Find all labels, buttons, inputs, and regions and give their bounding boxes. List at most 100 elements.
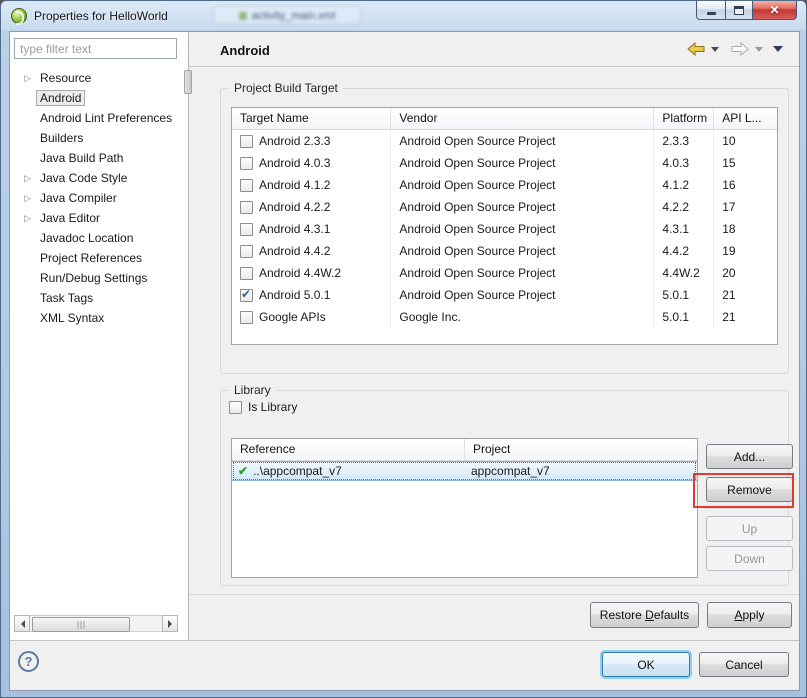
apply-button[interactable]: Apply: [707, 602, 792, 628]
project-build-target-label: Project Build Target: [229, 81, 343, 95]
sidebar-item-builders[interactable]: Builders: [10, 128, 187, 148]
library-label: Library: [229, 383, 276, 397]
sidebar-tree: ▷ Resource AndroidAndroid Lint Preferences…: [10, 68, 187, 328]
titlebar[interactable]: Properties for HelloWorld activity_main.…: [1, 1, 806, 31]
target-checkbox[interactable]: [240, 245, 253, 258]
is-library-label: Is Library: [248, 400, 297, 414]
target-row-google-apis[interactable]: Google APIsGoogle Inc.5.0.121: [232, 306, 777, 328]
platform-cell: 4.4.2: [654, 240, 714, 262]
ok-button[interactable]: OK: [602, 652, 690, 677]
platform-cell: 5.0.1: [654, 284, 714, 306]
target-row-android-4-1-2[interactable]: Android 4.1.2Android Open Source Project…: [232, 174, 777, 196]
sidebar-item-java-code-style[interactable]: ▷ Java Code Style: [10, 168, 187, 188]
library-reference-table: Reference Project ✔..\appcompat_v7appcom…: [231, 438, 698, 578]
scroll-left-button[interactable]: [14, 615, 30, 632]
api-level-cell: 17: [714, 196, 777, 218]
page-title: Android: [220, 43, 270, 58]
target-name: Google APIs: [259, 310, 326, 324]
target-checkbox[interactable]: [240, 179, 253, 192]
sidebar-item-label: Java Code Style: [40, 171, 127, 185]
target-row-android-2-3-3[interactable]: Android 2.3.3Android Open Source Project…: [232, 130, 777, 152]
forward-arrow-icon[interactable]: [731, 42, 749, 56]
target-name: Android 4.1.2: [259, 178, 330, 192]
target-checkbox[interactable]: [240, 311, 253, 324]
restore-defaults-button[interactable]: Restore Defaults: [590, 602, 699, 628]
sidebar-item-run-debug-settings[interactable]: Run/Debug Settings: [10, 268, 187, 288]
sidebar-item-android[interactable]: Android: [10, 88, 187, 108]
close-button[interactable]: ✕: [752, 1, 797, 20]
sidebar-item-project-references[interactable]: Project References: [10, 248, 187, 268]
target-row-android-4-3-1[interactable]: Android 4.3.1Android Open Source Project…: [232, 218, 777, 240]
up-button[interactable]: Up: [706, 516, 793, 541]
minimize-button[interactable]: [696, 1, 726, 20]
expand-arrow-icon[interactable]: ▷: [24, 208, 31, 228]
api-level-cell: 16: [714, 174, 777, 196]
back-arrow-icon[interactable]: [687, 42, 705, 56]
sidebar-item-label: Java Build Path: [40, 151, 123, 165]
cancel-button[interactable]: Cancel: [699, 652, 789, 677]
target-checkbox[interactable]: [240, 267, 253, 280]
sidebar-item-xml-syntax[interactable]: XML Syntax: [10, 308, 187, 328]
window-title: Properties for HelloWorld: [34, 9, 168, 23]
target-row-android-4-4w-2[interactable]: Android 4.4W.2Android Open Source Projec…: [232, 262, 777, 284]
api-level-cell: 10: [714, 130, 777, 152]
target-row-android-5-0-1[interactable]: Android 5.0.1Android Open Source Project…: [232, 284, 777, 306]
target-row-android-4-2-2[interactable]: Android 4.2.2Android Open Source Project…: [232, 196, 777, 218]
sidebar-item-java-build-path[interactable]: Java Build Path: [10, 148, 187, 168]
help-button[interactable]: ?: [18, 651, 39, 672]
forward-history-dropdown-icon[interactable]: [755, 47, 763, 56]
target-name: Android 4.2.2: [259, 200, 330, 214]
column-header-reference[interactable]: Reference: [232, 439, 465, 460]
is-library-checkbox[interactable]: [229, 401, 242, 414]
add-button[interactable]: Add...: [706, 444, 793, 469]
expand-arrow-icon[interactable]: ▷: [24, 168, 31, 188]
library-row-appcompat-v7[interactable]: ✔..\appcompat_v7appcompat_v7: [232, 461, 697, 481]
target-checkbox[interactable]: [240, 201, 253, 214]
target-row-android-4-4-2[interactable]: Android 4.4.2Android Open Source Project…: [232, 240, 777, 262]
expand-arrow-icon[interactable]: ▷: [24, 188, 31, 208]
sidebar-item-label: XML Syntax: [40, 311, 104, 325]
api-level-cell: 21: [714, 306, 777, 328]
target-name-cell: Android 4.2.2: [232, 196, 391, 218]
target-row-android-4-0-3[interactable]: Android 4.0.3Android Open Source Project…: [232, 152, 777, 174]
target-checkbox[interactable]: [240, 135, 253, 148]
remove-button[interactable]: Remove: [706, 477, 793, 502]
sidebar-horizontal-scrollbar[interactable]: [14, 615, 178, 632]
api-level-cell: 19: [714, 240, 777, 262]
platform-cell: 5.0.1: [654, 306, 714, 328]
api-level-cell: 20: [714, 262, 777, 284]
sidebar-item-task-tags[interactable]: Task Tags: [10, 288, 187, 308]
sidebar-item-label: Builders: [40, 131, 83, 145]
target-checkbox[interactable]: [240, 157, 253, 170]
target-name: Android 4.4W.2: [259, 266, 341, 280]
target-checkbox[interactable]: [240, 223, 253, 236]
filter-input[interactable]: [14, 38, 177, 59]
column-header-platform[interactable]: Platform: [654, 108, 714, 129]
view-menu-dropdown-icon[interactable]: [773, 46, 783, 56]
library-table-header: Reference Project: [232, 439, 697, 461]
column-header-vendor[interactable]: Vendor: [391, 108, 654, 129]
project-build-target-group: Project Build Target Target Name Vendor …: [220, 88, 789, 374]
dialog-footer: ? OK Cancel: [10, 640, 799, 690]
sidebar-item-resource[interactable]: ▷ Resource: [10, 68, 187, 88]
target-checkbox[interactable]: [240, 289, 253, 302]
library-ok-check-icon: ✔: [238, 464, 248, 478]
maximize-button[interactable]: [725, 1, 753, 20]
column-header-project[interactable]: Project: [465, 439, 697, 460]
expand-arrow-icon[interactable]: ▷: [24, 68, 31, 88]
background-tab-icon: [239, 12, 247, 20]
sidebar-item-android-lint-preferences[interactable]: Android Lint Preferences: [10, 108, 187, 128]
scrollbar-thumb[interactable]: [32, 617, 130, 632]
sidebar-item-javadoc-location[interactable]: Javadoc Location: [10, 228, 187, 248]
sidebar-item-label: Resource: [40, 71, 91, 85]
sidebar-item-java-compiler[interactable]: ▷Java Compiler: [10, 188, 187, 208]
scroll-right-button[interactable]: [162, 615, 178, 632]
api-level-cell: 21: [714, 284, 777, 306]
scrollbar-track[interactable]: [30, 615, 162, 632]
sidebar-item-java-editor[interactable]: ▷Java Editor: [10, 208, 187, 228]
column-header-api-level[interactable]: API L...: [714, 108, 777, 129]
back-history-dropdown-icon[interactable]: [711, 47, 719, 56]
down-button[interactable]: Down: [706, 546, 793, 571]
column-header-target-name[interactable]: Target Name: [232, 108, 391, 129]
app-icon: [11, 8, 27, 24]
